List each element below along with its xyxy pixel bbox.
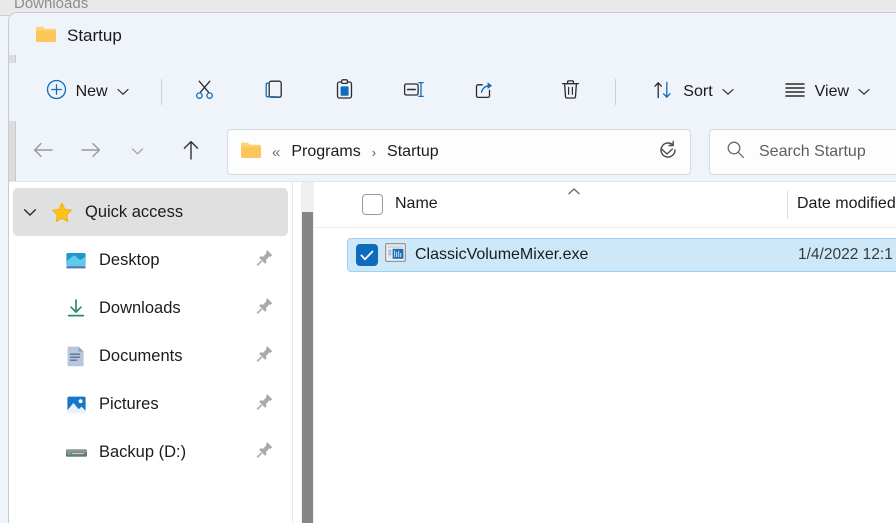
pin-icon[interactable] <box>256 297 274 320</box>
documents-icon <box>61 345 91 367</box>
sort-arrows-icon <box>652 79 674 106</box>
content-area: Quick access Desktop <box>9 181 896 523</box>
navigation-pane: Quick access Desktop <box>9 182 293 523</box>
pictures-icon <box>61 394 91 415</box>
exe-app-icon <box>385 243 406 267</box>
sidebar-item-documents[interactable]: Documents <box>13 332 288 380</box>
sidebar-item-backup-drive[interactable]: Backup (D:) <box>13 428 288 476</box>
up-button[interactable] <box>171 132 211 172</box>
background-window-title: Downloads <box>14 0 88 12</box>
file-date-modified: 1/4/2022 12:1 <box>798 246 893 264</box>
sidebar-item-label: Quick access <box>85 203 183 222</box>
row-checkbox[interactable] <box>356 244 378 266</box>
sidebar-item-quick-access[interactable]: Quick access <box>13 188 288 236</box>
share-button[interactable] <box>464 72 506 112</box>
explorer-window-frame: › › Startup <box>8 12 896 523</box>
search-placeholder: Search Startup <box>759 143 866 161</box>
recent-locations-button[interactable] <box>117 132 157 172</box>
table-row[interactable]: ClassicVolumeMixer.exe 1/4/2022 12:1 <box>347 238 896 272</box>
pin-icon[interactable] <box>256 249 274 272</box>
clipboard-paste-icon <box>333 78 356 106</box>
back-button[interactable] <box>23 132 63 172</box>
file-explorer-window: Downloads › › Startup <box>0 0 896 523</box>
forward-button[interactable] <box>71 132 111 172</box>
breadcrumb-overflow[interactable]: « <box>272 144 280 161</box>
select-all-checkbox[interactable] <box>362 194 383 215</box>
sidebar-item-label: Downloads <box>99 299 181 318</box>
sidebar-item-label: Documents <box>99 347 182 366</box>
sidebar-item-label: Desktop <box>99 251 160 270</box>
tab-strip: Startup <box>9 13 896 55</box>
sidebar-item-downloads[interactable]: Downloads <box>13 284 288 332</box>
paste-button[interactable] <box>323 72 365 112</box>
toolbar-separator-2 <box>615 79 616 105</box>
column-header-name[interactable]: Name <box>395 195 438 213</box>
rename-button[interactable] <box>393 72 435 112</box>
download-icon <box>61 298 91 319</box>
sidebar-item-label: Pictures <box>99 395 159 414</box>
copy-button[interactable] <box>253 72 295 112</box>
plus-circle-icon <box>46 79 67 105</box>
tab-title: Startup <box>67 26 122 46</box>
cut-button[interactable] <box>184 72 226 112</box>
rename-icon <box>402 78 425 106</box>
sort-button-label: Sort <box>683 83 712 101</box>
address-bar[interactable]: « Programs › Startup <box>227 129 691 175</box>
arrow-left-icon <box>32 141 54 164</box>
chevron-down-icon <box>131 143 144 161</box>
chevron-down-icon <box>858 83 870 101</box>
view-button-label: View <box>815 83 849 101</box>
folder-icon <box>35 25 57 48</box>
sidebar-item-label: Backup (D:) <box>99 443 186 462</box>
star-icon <box>47 202 77 223</box>
folder-icon <box>240 141 262 164</box>
new-button-label: New <box>76 83 108 101</box>
chevron-down-icon <box>722 83 734 101</box>
scissors-icon <box>193 78 216 106</box>
breadcrumb-programs[interactable]: Programs <box>287 140 364 164</box>
toolbar-separator-1 <box>161 79 162 105</box>
refresh-icon <box>658 140 678 165</box>
refresh-button[interactable] <box>649 133 687 171</box>
breadcrumb-separator: › <box>372 145 376 160</box>
column-divider[interactable] <box>787 191 788 219</box>
chevron-down-icon[interactable] <box>13 208 47 217</box>
file-list-pane: Name Date modified <box>315 182 896 523</box>
view-lines-icon <box>784 81 806 104</box>
breadcrumb-startup[interactable]: Startup <box>383 140 443 164</box>
file-name: ClassicVolumeMixer.exe <box>415 246 588 264</box>
copy-icon <box>263 78 286 106</box>
command-toolbar: New <box>9 63 896 121</box>
arrow-right-icon <box>80 141 102 164</box>
share-icon <box>473 78 496 106</box>
search-input[interactable]: Search Startup <box>709 129 896 175</box>
column-header-row: Name Date modified <box>315 182 896 228</box>
tab-startup[interactable]: Startup <box>23 17 138 55</box>
new-button[interactable]: New <box>36 72 139 112</box>
arrow-up-icon <box>181 139 201 166</box>
pin-icon[interactable] <box>256 393 274 416</box>
sidebar-item-pictures[interactable]: Pictures <box>13 380 288 428</box>
pin-icon[interactable] <box>256 441 274 464</box>
chevron-down-icon <box>117 83 129 101</box>
scrollbar-thumb[interactable] <box>302 212 313 523</box>
sort-button[interactable]: Sort <box>642 72 743 112</box>
search-icon <box>726 140 745 164</box>
delete-button[interactable] <box>550 72 592 112</box>
drive-icon <box>61 445 91 459</box>
pin-icon[interactable] <box>256 345 274 368</box>
desktop-icon <box>61 251 91 270</box>
chevron-up-icon <box>567 183 581 201</box>
address-bar-row: « Programs › Startup <box>9 123 896 181</box>
column-header-date-modified[interactable]: Date modified <box>797 195 896 213</box>
view-button[interactable]: View <box>774 72 880 112</box>
trash-icon <box>559 78 582 106</box>
sidebar-item-desktop[interactable]: Desktop <box>13 236 288 284</box>
